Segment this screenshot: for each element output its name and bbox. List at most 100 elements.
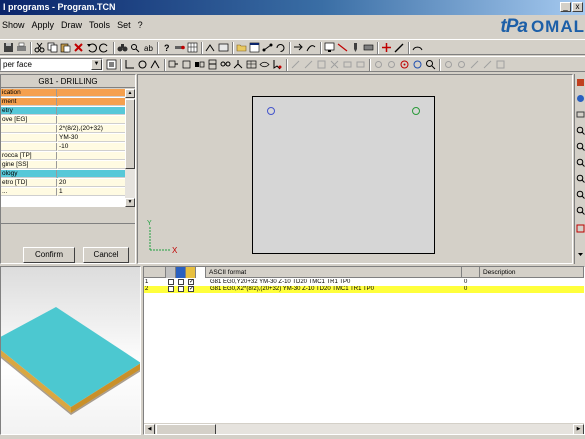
property-value[interactable]: -10 xyxy=(58,143,125,151)
property-value[interactable]: 2*(8/2),(20+32) xyxy=(58,125,125,133)
property-value[interactable] xyxy=(58,170,125,178)
property-value[interactable] xyxy=(58,152,125,160)
header-toggle-4[interactable] xyxy=(196,267,206,278)
scroll-thumb[interactable] xyxy=(125,99,135,169)
row-checkbox[interactable] xyxy=(178,286,184,292)
menu-tools[interactable]: Tools xyxy=(89,20,110,30)
header-ascii[interactable]: ASCII format xyxy=(206,267,462,278)
property-value[interactable] xyxy=(58,107,125,115)
zoom-all-icon[interactable] xyxy=(576,174,585,183)
program-row[interactable]: 2 ✓ G81 EG0,X2*(8/2),(20+32) YM-30 Z-10 TD… xyxy=(144,286,584,293)
pen-icon[interactable] xyxy=(394,42,405,53)
menu-help[interactable]: ? xyxy=(138,20,143,30)
zoom-window-icon[interactable] xyxy=(576,158,585,167)
property-row[interactable]: YM-30 xyxy=(1,134,125,142)
close-button[interactable]: x xyxy=(572,2,583,12)
zoom-in-icon[interactable] xyxy=(576,126,585,135)
menu-draw[interactable]: Draw xyxy=(61,20,82,30)
property-row[interactable]: -10 xyxy=(1,143,125,151)
face-selector[interactable]: per face ▼ xyxy=(0,58,103,71)
delete-icon[interactable] xyxy=(73,42,84,53)
property-value[interactable] xyxy=(58,116,125,124)
menu-show[interactable]: Show xyxy=(2,20,25,30)
3d-preview[interactable] xyxy=(0,266,141,435)
workpiece-panel[interactable] xyxy=(252,96,435,254)
property-row[interactable]: etry xyxy=(1,107,125,115)
paste-icon[interactable] xyxy=(60,42,71,53)
scroll-left-icon[interactable]: ◀ xyxy=(144,424,155,434)
property-value[interactable] xyxy=(58,161,125,169)
open-folder-icon[interactable] xyxy=(236,42,247,53)
drill-hole-2[interactable] xyxy=(412,107,420,115)
repeat-icon[interactable] xyxy=(275,42,286,53)
pointer-icon[interactable] xyxy=(272,59,283,70)
select-window-icon[interactable] xyxy=(218,42,229,53)
shape-icon-2[interactable] xyxy=(181,59,192,70)
rotate-icon[interactable] xyxy=(137,59,148,70)
row-checkbox[interactable] xyxy=(168,286,174,292)
grid-icon[interactable] xyxy=(187,42,198,53)
property-row[interactable]: ment xyxy=(1,98,125,106)
frame-icon[interactable] xyxy=(576,224,585,233)
cycle-icon[interactable] xyxy=(412,59,423,70)
shape-icon-5[interactable] xyxy=(220,59,231,70)
measure-icon[interactable] xyxy=(150,59,161,70)
mill-icon[interactable] xyxy=(363,42,374,53)
minimize-button[interactable]: _ xyxy=(560,2,571,12)
property-row[interactable]: ology xyxy=(1,170,125,178)
row-checkbox[interactable]: ✓ xyxy=(188,286,194,292)
zoom-prev-icon[interactable] xyxy=(576,206,585,215)
find-next-icon[interactable] xyxy=(130,42,141,53)
scroll-up-icon[interactable]: ▲ xyxy=(125,89,135,98)
header-toggle-3[interactable] xyxy=(186,267,196,278)
property-value[interactable] xyxy=(58,89,125,97)
cancel-button[interactable]: Cancel xyxy=(83,247,129,263)
listing-hscrollbar[interactable]: ◀ ▶ xyxy=(144,423,584,434)
property-row[interactable]: rocca [TP] xyxy=(1,152,125,160)
confirm-button[interactable]: Confirm xyxy=(23,247,75,263)
cut-icon[interactable] xyxy=(34,42,45,53)
scroll-right-icon[interactable]: ▶ xyxy=(573,424,584,434)
window-icon[interactable] xyxy=(249,42,260,53)
face-settings-icon[interactable] xyxy=(106,59,117,70)
row-code[interactable]: G81 EG0,X2*(8/2),(20+32) YM-30 Z-10 TD20… xyxy=(210,286,460,293)
property-value[interactable]: 1 xyxy=(58,188,125,196)
line-tool-icon[interactable] xyxy=(337,42,348,53)
drill-hole-1[interactable] xyxy=(267,107,275,115)
copy-icon[interactable] xyxy=(47,42,58,53)
property-row[interactable]: ... 1 xyxy=(1,188,125,196)
row-code[interactable]: G81 EG0,Y20+32 YM-30 Z-10 TD20 TMC1 TR1 … xyxy=(210,279,460,286)
view-iso-icon[interactable] xyxy=(576,94,585,103)
property-row[interactable]: etro [TD] 20 xyxy=(1,179,125,187)
shape-icon-4[interactable] xyxy=(207,59,218,70)
property-value[interactable]: 20 xyxy=(58,179,125,187)
chevron-down-icon[interactable]: ▼ xyxy=(91,59,102,70)
tools-icon[interactable] xyxy=(174,42,185,53)
snap-icon[interactable] xyxy=(205,42,216,53)
row-checkbox[interactable]: ✓ xyxy=(188,279,194,285)
scroll-down-icon[interactable]: ▼ xyxy=(125,198,135,207)
header-toggle-1[interactable] xyxy=(166,267,176,278)
property-scrollbar[interactable]: ▲ ▼ xyxy=(125,89,135,207)
add-icon[interactable] xyxy=(381,42,392,53)
property-value[interactable] xyxy=(58,98,125,106)
property-row[interactable]: ove [EG] xyxy=(1,116,125,124)
menu-set[interactable]: Set xyxy=(117,20,131,30)
arrow-right-icon[interactable] xyxy=(293,42,304,53)
save-icon[interactable] xyxy=(3,42,14,53)
program-listing[interactable]: ASCII format Description 1 ✓ G81 EG0,Y20+3… xyxy=(143,266,585,435)
monitor-icon[interactable] xyxy=(324,42,335,53)
property-row[interactable]: ication xyxy=(1,89,125,97)
shape-icon-3[interactable] xyxy=(194,59,205,70)
corner-icon[interactable] xyxy=(124,59,135,70)
table-icon[interactable] xyxy=(246,59,257,70)
header-toggle-2[interactable] xyxy=(176,267,186,278)
binoculars-icon[interactable] xyxy=(117,42,128,53)
visibility-icon[interactable] xyxy=(259,59,270,70)
redo-icon[interactable] xyxy=(99,42,110,53)
program-row[interactable]: 1 ✓ G81 EG0,Y20+32 YM-30 Z-10 TD20 TMC1 TR… xyxy=(144,279,584,286)
drill-icon[interactable] xyxy=(350,42,361,53)
menu-apply[interactable]: Apply xyxy=(32,20,55,30)
link-icon[interactable] xyxy=(262,42,273,53)
view-top-icon[interactable] xyxy=(576,110,585,119)
